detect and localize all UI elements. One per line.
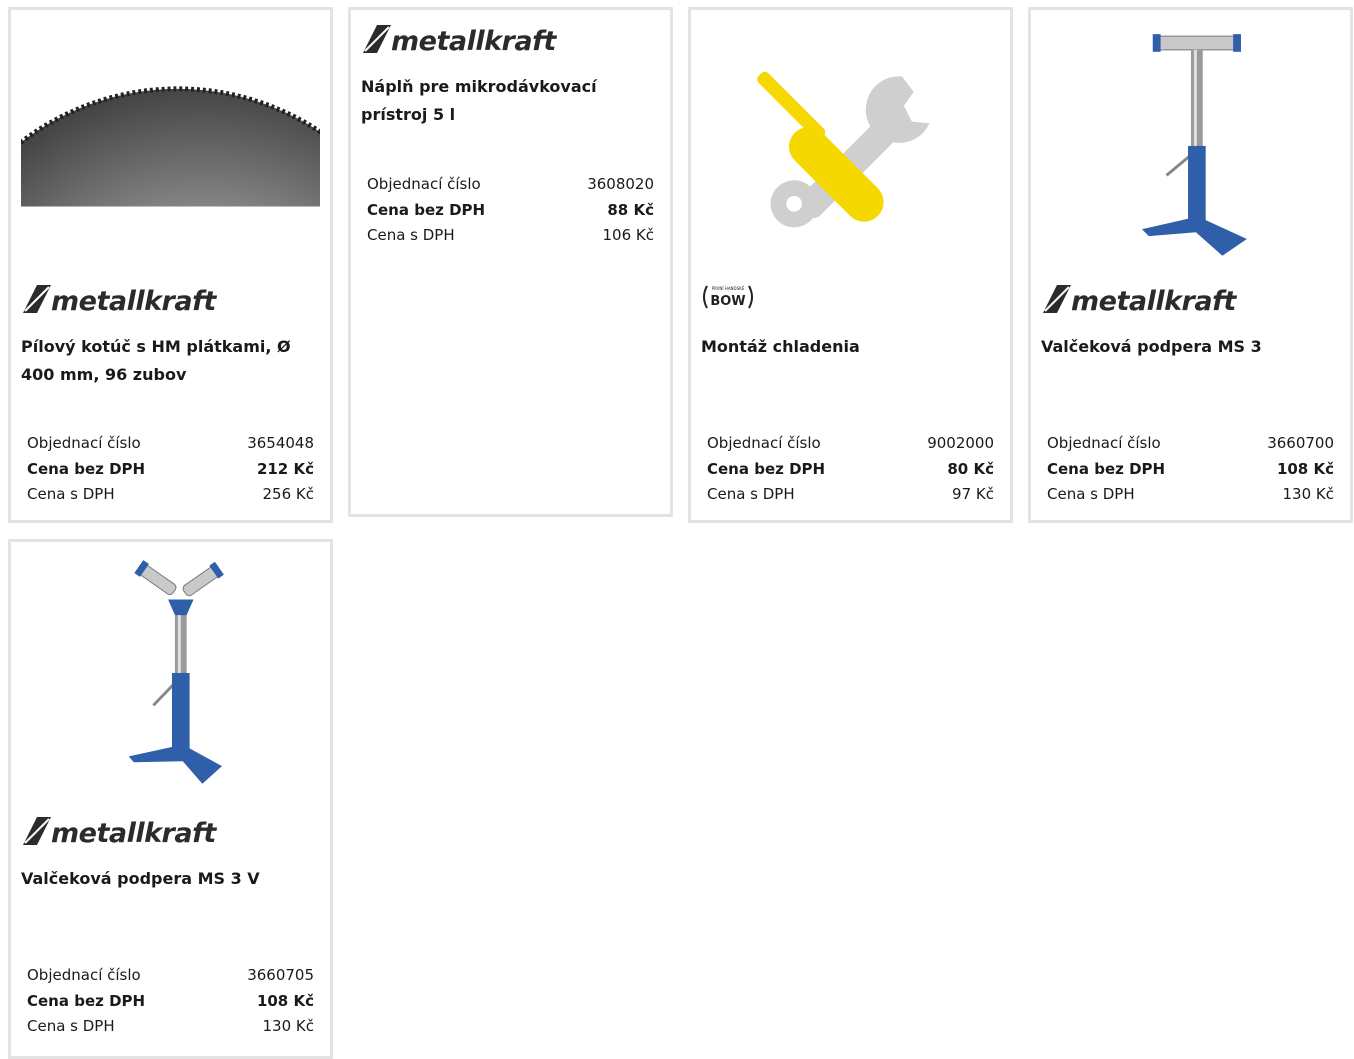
price-inc-vat-row: Cena s DPH 97 Kč <box>707 485 994 503</box>
roller-stand-icon <box>1141 34 1247 256</box>
svg-text:metallkraft: metallkraft <box>51 286 217 316</box>
product-image <box>1041 26 1340 258</box>
order-number-row: Objednací číslo 9002000 <box>707 434 994 452</box>
price-table: Objednací číslo 3660705 Cena bez DPH 108 K… <box>27 963 314 1040</box>
product-title[interactable]: Valčeková podpera MS 3 V <box>21 865 316 893</box>
brand-logo-bow: PRVNÍ HANDSKÉ BOW <box>701 282 761 316</box>
product-card[interactable]: metallkraft Valčeková podpera MS 3 Objed… <box>1028 7 1353 523</box>
price-table: Objednací číslo 3608020 Cena bez DPH 88 Kč… <box>367 172 654 249</box>
svg-text:BOW: BOW <box>710 294 745 309</box>
brand-logo-metallkraft: metallkraft <box>21 814 261 852</box>
product-title[interactable]: Náplň pre mikrodávkovací prístroj 5 l <box>361 73 656 129</box>
price-inc-vat-row: Cena s DPH 130 Kč <box>1047 485 1334 503</box>
price-table: Objednací číslo 3654048 Cena bez DPH 212 K… <box>27 431 314 508</box>
price-inc-vat-row: Cena s DPH 130 Kč <box>27 1017 314 1035</box>
product-title[interactable]: Montáž chladenia <box>701 333 996 361</box>
product-card[interactable]: PRVNÍ HANDSKÉ BOW Montáž chladenia Objed… <box>688 7 1013 523</box>
product-card[interactable]: metallkraft Pílový kotúč s HM plátkami, … <box>8 7 333 523</box>
product-card[interactable]: metallkraft Náplň pre mikrodávkovací prí… <box>348 7 673 517</box>
price-ex-vat-row: Cena bez DPH 80 Kč <box>707 459 994 478</box>
order-number-row: Objednací číslo 3660700 <box>1047 434 1334 452</box>
price-inc-vat-row: Cena s DPH 106 Kč <box>367 226 654 244</box>
tools-icon <box>757 71 930 228</box>
svg-text:PRVNÍ HANDSKÉ: PRVNÍ HANDSKÉ <box>712 286 745 291</box>
price-ex-vat-row: Cena bez DPH 212 Kč <box>27 459 314 478</box>
product-image <box>21 50 320 210</box>
saw-blade-icon <box>21 86 320 207</box>
price-inc-vat-row: Cena s DPH 256 Kč <box>27 485 314 503</box>
product-title[interactable]: Pílový kotúč s HM plátkami, Ø 400 mm, 96… <box>21 333 316 389</box>
order-number-row: Objednací číslo 3654048 <box>27 434 314 452</box>
svg-text:metallkraft: metallkraft <box>1071 286 1237 316</box>
product-image <box>701 55 1000 235</box>
order-number-row: Objednací číslo 3608020 <box>367 175 654 193</box>
brand-logo-metallkraft: metallkraft <box>361 22 601 60</box>
price-table: Objednací číslo 9002000 Cena bez DPH 80 Kč… <box>707 431 994 508</box>
svg-text:metallkraft: metallkraft <box>51 818 217 848</box>
product-title[interactable]: Valčeková podpera MS 3 <box>1041 333 1336 361</box>
order-number-row: Objednací číslo 3660705 <box>27 966 314 984</box>
price-ex-vat-row: Cena bez DPH 108 Kč <box>27 991 314 1010</box>
product-image <box>21 558 320 788</box>
product-card[interactable]: metallkraft Valčeková podpera MS 3 V Obj… <box>8 539 333 1059</box>
price-table: Objednací číslo 3660700 Cena bez DPH 108 K… <box>1047 431 1334 508</box>
brand-logo-metallkraft: metallkraft <box>1041 282 1281 320</box>
price-ex-vat-row: Cena bez DPH 108 Kč <box>1047 459 1334 478</box>
svg-text:metallkraft: metallkraft <box>391 26 557 56</box>
price-ex-vat-row: Cena bez DPH 88 Kč <box>367 200 654 219</box>
v-roller-stand-icon <box>128 560 224 784</box>
brand-logo-metallkraft: metallkraft <box>21 282 261 320</box>
